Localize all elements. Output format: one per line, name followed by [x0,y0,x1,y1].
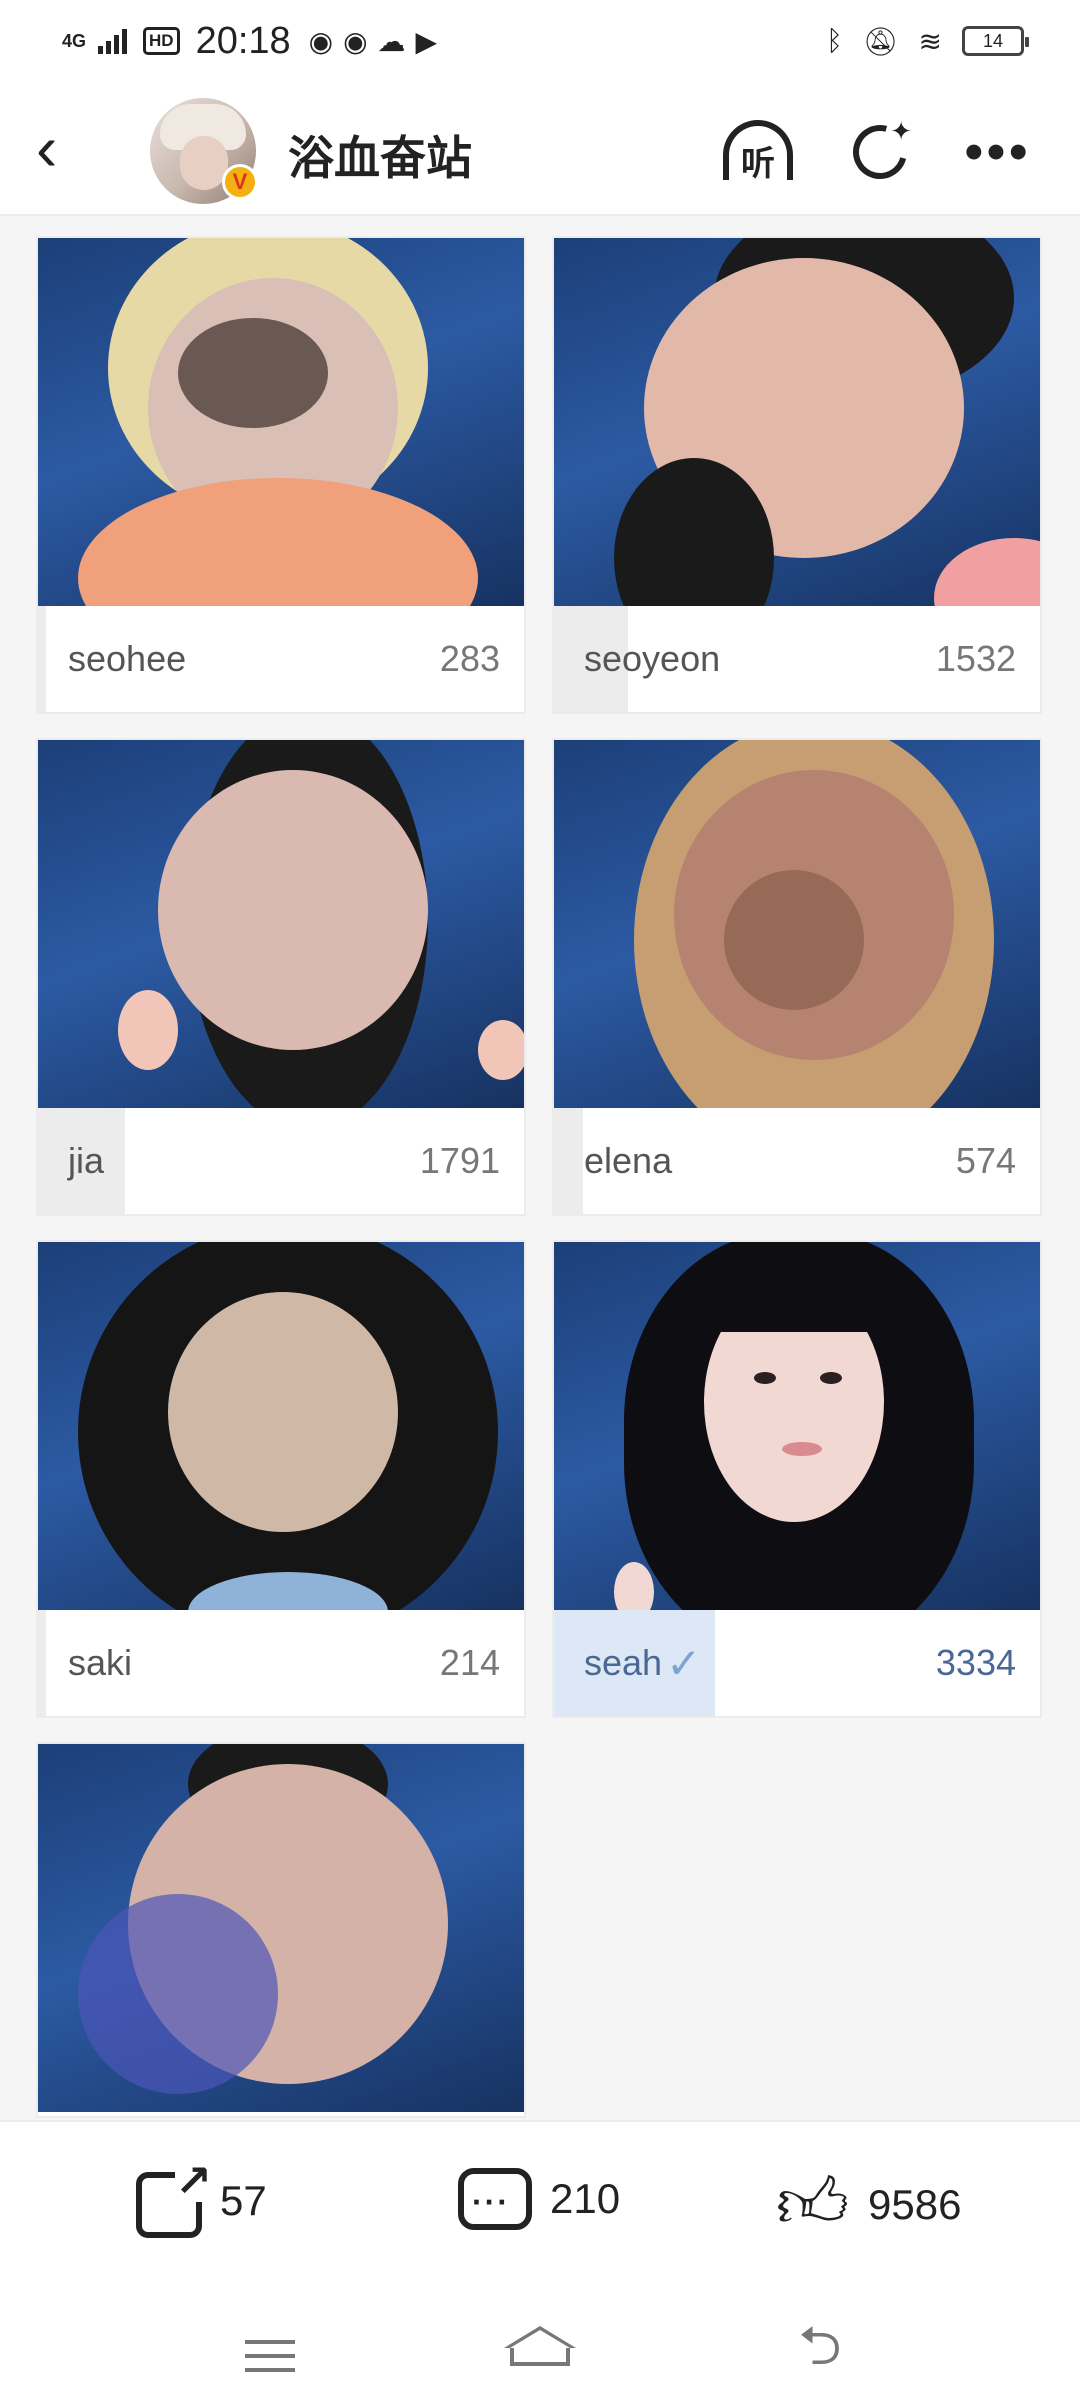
vote-count: 1791 [419,1140,500,1181]
battery-level: 14 [982,30,1004,51]
top-nav-bar: ‹ V 浴血奋站 听 ✦ ••• [0,82,1080,216]
check-icon: ✓ [666,1639,702,1687]
vote-card[interactable]: jia 1791 [36,738,526,1216]
signal-icon [98,28,128,54]
vote-count: 574 [955,1140,1016,1181]
member-photo [38,1744,524,2112]
like-button[interactable]: 👍︎ 9586 [776,2168,961,2242]
vote-card[interactable]: seohee 283 [36,236,526,714]
vote-card[interactable]: seoyeon 1532 [552,236,1042,714]
member-photo [38,740,524,1108]
clock: 20:18 [195,19,291,62]
mute-icon: 🔕︎ [862,25,899,57]
share-icon: ↗ [136,2160,212,2238]
menu-icon[interactable] [240,2330,300,2390]
member-photo [38,1242,524,1610]
video-icon: ▶ [415,25,438,57]
comment-icon: ··· [458,2168,532,2230]
member-photo [38,238,524,606]
vote-bar-fill [38,606,47,712]
vote-card[interactable] [36,1742,526,2118]
wechat-icon: ☁ [377,25,406,57]
hd-label: HD [143,27,180,55]
bluetooth-icon: ᛒ [826,25,843,56]
more-icon[interactable]: ••• [958,114,1038,190]
vote-bar: seohee 283 [38,606,524,712]
member-name: seoyeon [584,638,721,679]
like-count: 9586 [868,2181,962,2228]
member-photo [554,740,1040,1108]
back-icon[interactable]: ‹ [36,116,96,180]
vote-count: 214 [439,1642,500,1683]
vote-bar: jia 1791 [38,1108,524,1214]
comment-button[interactable]: ··· 210 [458,2168,620,2230]
vote-bar: seoyeon 1532 [554,606,1040,712]
weibo-icon: ◉ [308,25,334,57]
vote-count: 1532 [935,638,1016,679]
vote-card-selected[interactable]: seah ✓ 3334 [552,1240,1042,1718]
vote-card[interactable]: saki 214 [36,1240,526,1718]
status-bar: 4G HD 20:18 ◉ ◉ ☁ ▶ ᛒ 🔕︎ ≋ 14 [0,0,1080,82]
weibo-icon: ◉ [343,25,368,57]
network-label: 4G [62,31,87,51]
vote-bar: elena 574 [554,1108,1040,1214]
battery-icon: 14 [962,26,1029,56]
vote-count: 283 [439,638,500,679]
member-name: saki [68,1642,133,1683]
member-name: jia [68,1140,105,1181]
vote-count: 3334 [935,1642,1016,1683]
vote-card[interactable]: elena 574 [552,738,1042,1216]
member-photo [554,238,1040,606]
thumbs-up-icon: 👍︎ [776,2164,850,2242]
page-title[interactable]: 浴血奋站 [288,122,472,188]
verified-badge-icon: V [222,164,258,200]
vote-bar-fill [38,1610,47,1716]
comment-count: 210 [550,2175,621,2222]
member-name: seah [584,1642,663,1683]
listen-label: 听 [741,144,775,183]
member-name: elena [584,1140,673,1181]
back-nav-icon[interactable]: ⮌ [790,2318,850,2378]
home-icon[interactable] [504,2326,576,2386]
member-name: seohee [68,638,187,679]
wifi-icon: ≋ [918,25,942,57]
share-button[interactable]: ↗ 57 [136,2160,267,2238]
share-count: 57 [220,2177,267,2224]
listen-headphones-icon[interactable]: 听 [718,114,798,190]
vote-bar: seah ✓ 3334 [554,1610,1040,1716]
system-nav-bar: ⮌ [0,2290,1080,2408]
vote-bar-fill [554,1108,583,1214]
refresh-search-icon[interactable]: ✦ [840,114,920,190]
action-bar: ↗ 57 ··· 210 👍︎ 9586 [0,2120,1080,2290]
vote-bar: saki 214 [38,1610,524,1716]
member-photo [554,1242,1040,1610]
